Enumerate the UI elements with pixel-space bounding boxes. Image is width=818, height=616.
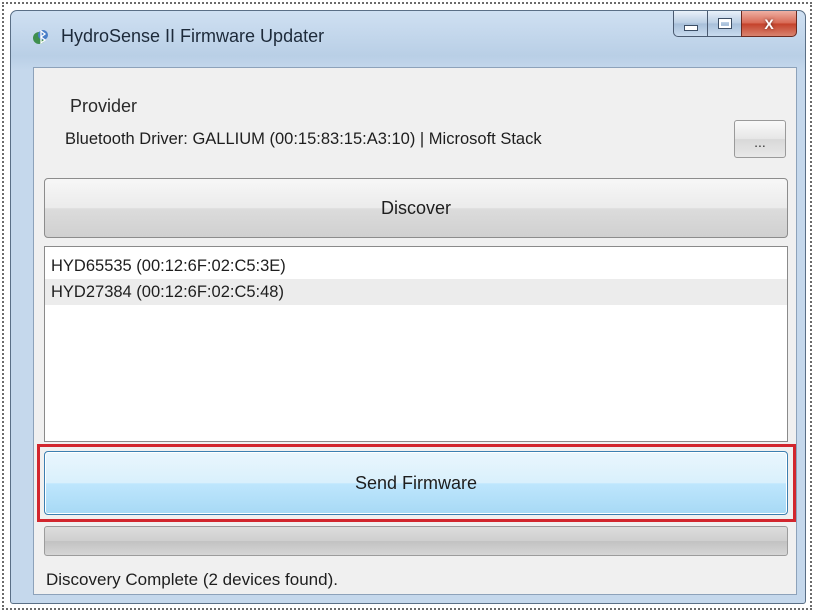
minimize-button[interactable] [673,11,707,37]
device-list-item[interactable]: HYD65535 (00:12:6F:02:C5:3E) [45,253,787,279]
device-list[interactable]: HYD65535 (00:12:6F:02:C5:3E) HYD27384 (0… [44,246,788,442]
maximize-icon [718,19,731,28]
provider-value: Bluetooth Driver: GALLIUM (00:15:83:15:A… [65,130,542,148]
device-list-item[interactable]: HYD27384 (00:12:6F:02:C5:48) [45,279,787,305]
progress-bar [44,526,788,556]
browse-button-label: ... [754,134,766,150]
app-window: HydroSense II Firmware Updater X Provide… [10,10,806,604]
close-icon: X [764,15,774,32]
discover-button-label: Discover [380,197,451,218]
provider-label: Provider [70,96,138,116]
discover-button[interactable]: Discover [44,178,788,238]
send-firmware-highlight [37,444,796,522]
browse-provider-button[interactable]: ... [734,120,786,158]
close-button[interactable]: X [741,11,797,37]
title-bar[interactable]: HydroSense II Firmware Updater X [11,11,805,63]
window-title: HydroSense II Firmware Updater [61,26,325,46]
bluetooth-app-icon [31,27,51,47]
maximize-button[interactable] [707,11,741,37]
client-area: Provider Bluetooth Driver: GALLIUM (00:1… [33,67,797,595]
window-controls: X [673,11,797,37]
minimize-icon [683,24,698,31]
status-text: Discovery Complete (2 devices found). [46,570,338,589]
